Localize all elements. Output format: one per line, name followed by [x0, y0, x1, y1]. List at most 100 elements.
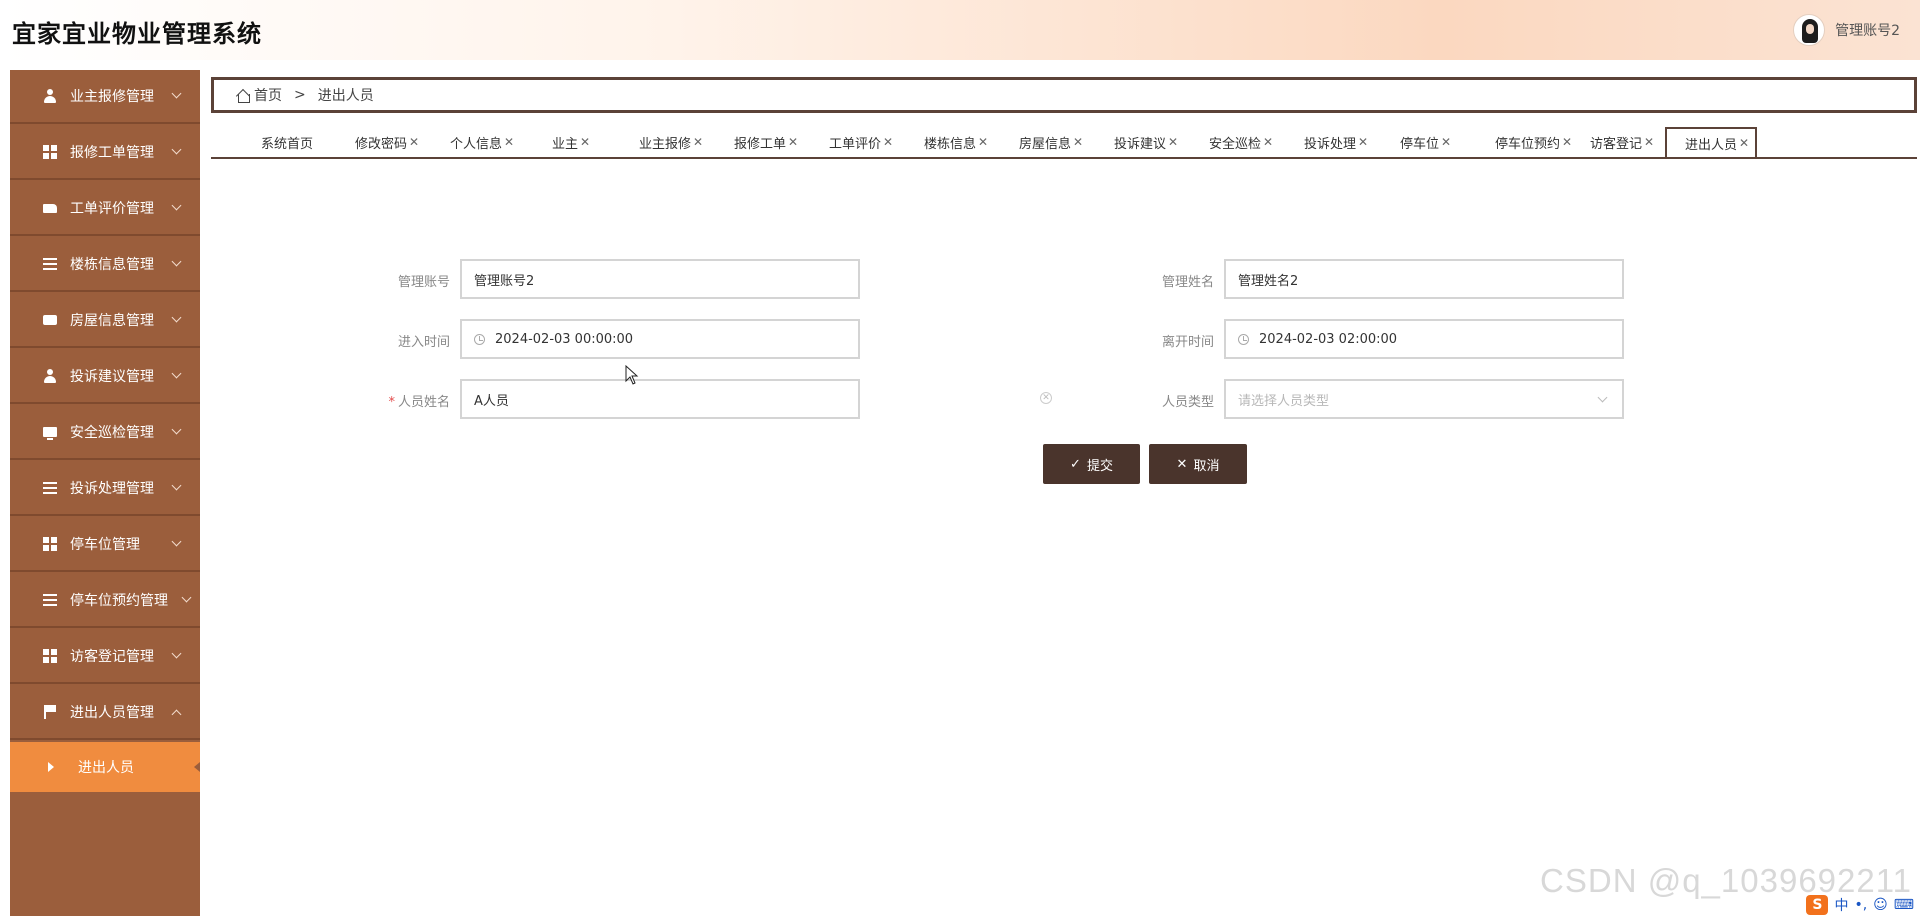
chevron-down-icon	[1597, 392, 1608, 403]
emoji-icon[interactable]: ☺	[1873, 897, 1888, 913]
caret-right-icon	[48, 762, 54, 772]
tab-label: 停车位	[1400, 136, 1440, 152]
grid-icon	[42, 144, 58, 160]
home-icon[interactable]	[236, 89, 250, 103]
sidebar-item-label: 安全巡检管理	[70, 425, 154, 441]
sidebar-item-repair-orders[interactable]: 报修工单管理	[10, 126, 200, 180]
tab-system-home[interactable]: 系统首页	[261, 127, 313, 157]
enter-time-picker[interactable]: 2024-02-03 00:00:00	[460, 319, 860, 359]
tab-house-info[interactable]: 房屋信息 ✕	[1019, 127, 1083, 157]
breadcrumb-separator: >	[294, 87, 306, 103]
close-icon[interactable]: ✕	[1263, 135, 1273, 149]
leave-time-picker[interactable]: 2024-02-03 02:00:00	[1224, 319, 1624, 359]
tab-label: 安全巡检	[1209, 136, 1262, 152]
person-type-select[interactable]: 请选择人员类型	[1224, 379, 1624, 419]
ime-lang[interactable]: 中	[1834, 895, 1848, 915]
tab-order-review[interactable]: 工单评价 ✕	[829, 127, 893, 157]
sidebar-item-entry-exit[interactable]: 进出人员管理	[10, 686, 200, 740]
sidebar-item-label: 楼栋信息管理	[70, 257, 154, 273]
sidebar-item-parking[interactable]: 停车位管理	[10, 518, 200, 572]
tab-safety-patrol[interactable]: 安全巡检 ✕	[1209, 127, 1273, 157]
active-indicator	[194, 762, 200, 772]
required-mark: *	[388, 395, 395, 410]
tab-label: 修改密码	[355, 136, 408, 152]
user-name[interactable]: 管理账号2	[1835, 20, 1900, 40]
tab-label: 投诉处理	[1304, 136, 1357, 152]
sidebar-item-label: 业主报修管理	[70, 89, 154, 105]
close-icon[interactable]: ✕	[978, 135, 988, 149]
close-icon[interactable]: ✕	[788, 135, 798, 149]
ime-punct[interactable]: •,	[1854, 897, 1867, 913]
tab-change-password[interactable]: 修改密码 ✕	[355, 127, 419, 157]
admin-name-field[interactable]: 管理姓名2	[1224, 259, 1624, 299]
avatar[interactable]	[1793, 14, 1826, 46]
admin-account-value: 管理账号2	[474, 273, 535, 289]
breadcrumb-home[interactable]: 首页	[254, 85, 282, 105]
sidebar-item-building-info[interactable]: 楼栋信息管理	[10, 238, 200, 292]
sidebar-item-order-review[interactable]: 工单评价管理	[10, 182, 200, 236]
ime-logo[interactable]: S	[1806, 895, 1829, 915]
submenu-item-entry-exit-persons[interactable]: 进出人员	[10, 742, 200, 792]
tab-parking-reservation[interactable]: 停车位预约 ✕	[1495, 127, 1572, 157]
tab-label: 工单评价	[829, 136, 882, 152]
tab-building-info[interactable]: 楼栋信息 ✕	[924, 127, 988, 157]
close-icon[interactable]: ✕	[1739, 136, 1749, 150]
tab-label: 房屋信息	[1019, 136, 1072, 152]
sidebar-item-visitor-registration[interactable]: 访客登记管理	[10, 630, 200, 684]
submenu-item-label: 进出人员	[78, 760, 134, 776]
top-header: 宜家宜业物业管理系统 管理账号2	[0, 0, 1920, 60]
submit-button[interactable]: ✓ 提交	[1043, 444, 1140, 484]
close-icon[interactable]: ✕	[1168, 135, 1178, 149]
grid-icon	[42, 648, 58, 664]
cancel-label: 取消	[1193, 457, 1220, 473]
close-icon[interactable]: ✕	[1562, 135, 1572, 149]
sidebar-item-label: 访客登记管理	[70, 649, 154, 665]
tab-parking[interactable]: 停车位 ✕	[1400, 127, 1451, 157]
clock-icon	[1238, 333, 1249, 345]
monitor-icon	[42, 424, 58, 440]
close-icon[interactable]: ✕	[409, 135, 419, 149]
admin-name-label: 管理姓名	[1161, 275, 1214, 290]
tab-owner[interactable]: 业主 ✕	[552, 127, 590, 157]
tab-complaint-suggest[interactable]: 投诉建议 ✕	[1114, 127, 1178, 157]
close-icon[interactable]: ✕	[504, 135, 514, 149]
close-icon[interactable]: ✕	[1644, 135, 1654, 149]
cancel-button[interactable]: ✕ 取消	[1149, 444, 1247, 484]
breadcrumb-current: 进出人员	[317, 88, 374, 104]
tab-label: 系统首页	[261, 136, 314, 152]
sidebar-item-house-info[interactable]: 房屋信息管理	[10, 294, 200, 348]
sidebar-item-safety-patrol[interactable]: 安全巡检管理	[10, 406, 200, 460]
sidebar-item-label: 工单评价管理	[70, 201, 154, 217]
sidebar-item-parking-reservation[interactable]: 停车位预约管理	[10, 574, 200, 628]
tab-personal-info[interactable]: 个人信息 ✕	[450, 127, 514, 157]
edit-icon	[42, 200, 58, 216]
tab-label: 访客登记	[1590, 136, 1643, 152]
mouse-pointer-icon	[625, 365, 639, 385]
tab-owner-repair[interactable]: 业主报修 ✕	[639, 127, 703, 157]
enter-time-label: 进入时间	[397, 335, 450, 350]
sidebar-item-owner-repair[interactable]: 业主报修管理	[10, 70, 200, 124]
sidebar-item-complaint-suggest[interactable]: 投诉建议管理	[10, 350, 200, 404]
close-icon[interactable]: ✕	[693, 135, 703, 149]
tab-repair-order[interactable]: 报修工单 ✕	[734, 127, 798, 157]
user-menu[interactable]: 管理账号2	[1793, 14, 1900, 46]
tab-entry-exit-persons[interactable]: 进出人员 ✕	[1665, 127, 1758, 157]
sliders-icon	[42, 480, 58, 496]
close-icon[interactable]: ✕	[1358, 135, 1368, 149]
user-icon	[42, 368, 58, 384]
close-icon[interactable]: ✕	[580, 135, 590, 149]
admin-account-field[interactable]: 管理账号2	[460, 259, 860, 299]
person-name-field[interactable]: A人员	[460, 379, 860, 419]
close-icon[interactable]: ✕	[1073, 135, 1083, 149]
sidebar-item-complaint-handling[interactable]: 投诉处理管理	[10, 462, 200, 516]
close-icon: ✕	[1176, 456, 1188, 471]
close-icon[interactable]: ✕	[1441, 135, 1451, 149]
person-name-label-text: 人员姓名	[397, 395, 450, 410]
close-icon[interactable]: ✕	[883, 135, 893, 149]
tab-visitor-registration[interactable]: 访客登记 ✕	[1590, 127, 1654, 157]
clear-icon[interactable]: ✕	[1040, 392, 1052, 404]
tab-label: 业主报修	[639, 136, 692, 152]
tab-complaint-handling[interactable]: 投诉处理 ✕	[1304, 127, 1368, 157]
keyboard-icon[interactable]: ⌨	[1894, 897, 1914, 913]
submit-label: 提交	[1086, 457, 1113, 473]
